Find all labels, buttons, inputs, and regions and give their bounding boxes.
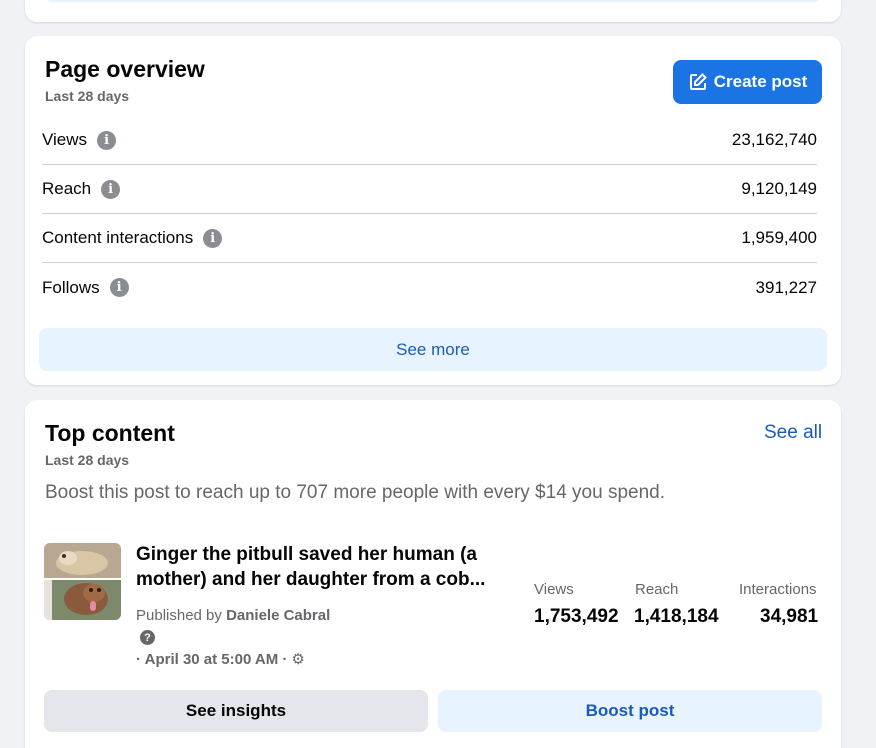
see-more-button[interactable]: See more xyxy=(39,328,827,371)
boost-post-button[interactable]: Boost post xyxy=(438,690,822,732)
published-prefix: Published by xyxy=(136,607,227,624)
post-title[interactable]: Ginger the pitbull saved her human (a mo… xyxy=(136,542,516,592)
metric-label: Reach xyxy=(42,179,92,198)
stat-interactions-value: 34,981 xyxy=(760,606,819,627)
post-published-by: Published by Daniele Cabral xyxy=(136,607,330,624)
metric-row-views: Views i 23,162,740 xyxy=(42,116,817,165)
dog-photo-icon xyxy=(44,543,121,620)
stat-views-value: 1,753,492 xyxy=(534,606,619,627)
create-post-button[interactable]: Create post xyxy=(673,60,822,104)
post-date[interactable]: · April 30 at 5:00 AM · xyxy=(136,651,287,668)
metric-value: 23,162,740 xyxy=(731,130,817,149)
metric-row-reach: Reach i 9,120,149 xyxy=(42,165,817,214)
post-date-line: · April 30 at 5:00 AM · ⚙ xyxy=(136,650,305,669)
top-content-card: Top content Last 28 days See all Boost t… xyxy=(25,400,841,748)
question-icon[interactable]: ? xyxy=(140,630,155,645)
stat-interactions-label: Interactions xyxy=(739,581,817,598)
edit-icon xyxy=(689,73,707,90)
previous-card xyxy=(25,0,841,22)
info-icon[interactable]: i xyxy=(101,179,121,199)
metric-row-follows: Follows i 391,227 xyxy=(42,263,817,312)
previous-card-button-edge[interactable] xyxy=(47,0,819,2)
post-thumbnail[interactable] xyxy=(44,543,121,620)
info-icon[interactable]: i xyxy=(97,130,117,150)
stat-reach-label: Reach xyxy=(635,581,679,598)
metric-value: 1,959,400 xyxy=(741,228,817,247)
see-all-link[interactable]: See all xyxy=(764,422,822,444)
stat-reach-value: 1,418,184 xyxy=(634,606,719,627)
top-content-period: Last 28 days xyxy=(45,452,130,468)
metric-value: 391,227 xyxy=(755,277,817,297)
create-post-label: Create post xyxy=(713,72,808,91)
metric-label: Views xyxy=(42,130,88,149)
top-content-title: Top content xyxy=(45,420,175,446)
see-insights-button[interactable]: See insights xyxy=(44,690,428,732)
stat-views-label: Views xyxy=(534,581,574,598)
metric-row-content-interactions: Content interactions i 1,959,400 xyxy=(42,214,817,263)
page-overview-period: Last 28 days xyxy=(45,88,130,104)
boost-message: Boost this post to reach up to 707 more … xyxy=(45,482,665,503)
info-icon[interactable]: i xyxy=(203,228,223,248)
metric-label: Content interactions xyxy=(42,228,194,247)
post-author[interactable]: Daniele Cabral xyxy=(226,607,330,624)
page-overview-title: Page overview xyxy=(45,56,205,82)
gear-icon[interactable]: ⚙ xyxy=(291,650,304,668)
metric-label: Follows xyxy=(42,277,100,297)
page-overview-card: Page overview Last 28 days Create post V… xyxy=(25,36,841,385)
info-icon[interactable]: i xyxy=(109,278,129,297)
metric-value: 9,120,149 xyxy=(741,179,817,198)
